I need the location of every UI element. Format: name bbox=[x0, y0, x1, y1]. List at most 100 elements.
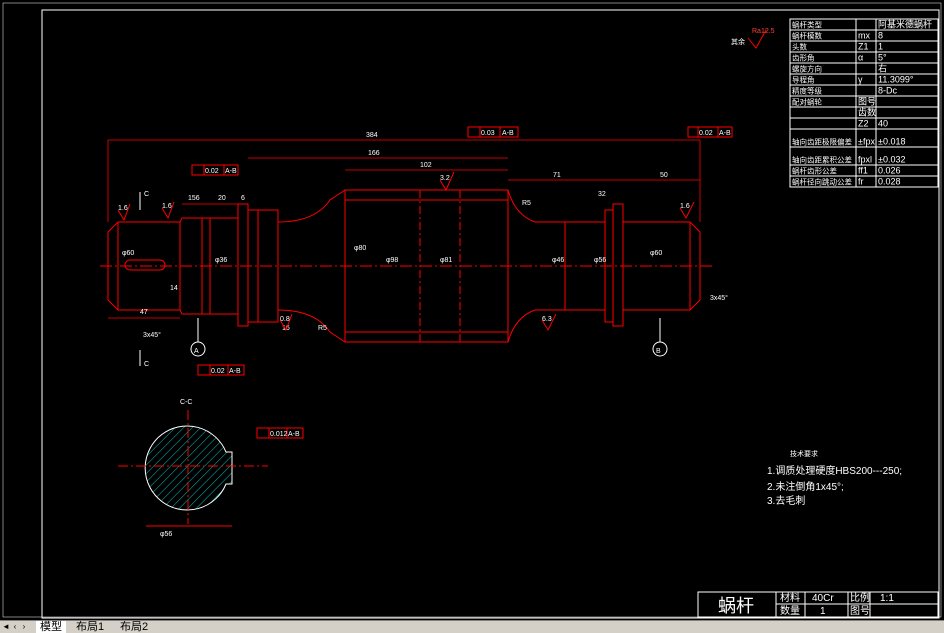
technical-notes: 技术要求 1.调质处理硬度HBS200---250; 2.未注倒角1x45°; … bbox=[767, 449, 902, 507]
param-cell: 0.028 bbox=[878, 177, 901, 187]
svg-text:156: 156 bbox=[188, 195, 200, 202]
param-cell: 螺旋方向 bbox=[792, 64, 822, 74]
svg-text:数量: 数量 bbox=[780, 604, 800, 617]
svg-text:R5: R5 bbox=[522, 200, 531, 207]
svg-text:φ60: φ60 bbox=[122, 250, 134, 257]
svg-text:1:1: 1:1 bbox=[880, 593, 894, 604]
svg-text:384: 384 bbox=[366, 132, 378, 139]
param-cell: 齿形角 bbox=[792, 53, 815, 63]
param-cell: 蜗杆类型 bbox=[792, 20, 822, 30]
svg-text:6.3: 6.3 bbox=[542, 316, 552, 323]
param-cell: 图号 bbox=[858, 97, 876, 107]
svg-text:0.02: 0.02 bbox=[211, 368, 225, 375]
param-cell: 轴向齿距极限偏差 bbox=[792, 137, 852, 147]
next-tab-icon[interactable]: › bbox=[20, 622, 28, 632]
svg-text:φ80: φ80 bbox=[354, 245, 366, 252]
first-tab-icon[interactable]: ◄ bbox=[2, 622, 10, 632]
param-cell: ±0.032 bbox=[878, 155, 905, 165]
param-cell: 精度等级 bbox=[792, 86, 822, 96]
param-cell: 齿数 bbox=[858, 107, 876, 118]
svg-text:102: 102 bbox=[420, 162, 432, 169]
datum-a: A bbox=[190, 318, 206, 357]
layout-tab-bar: ◄ ‹ › 模型 布局1 布局2 bbox=[0, 620, 944, 633]
svg-text:20: 20 bbox=[218, 195, 226, 202]
param-cell: ±fpx bbox=[858, 137, 875, 147]
param-cell: 8 bbox=[878, 31, 883, 41]
param-cell: ff1 bbox=[858, 166, 868, 176]
svg-text:6: 6 bbox=[241, 195, 245, 202]
svg-text:φ46: φ46 bbox=[552, 257, 564, 264]
param-cell: 导程角 bbox=[792, 75, 815, 85]
param-cell: 头数 bbox=[792, 42, 807, 52]
svg-text:47: 47 bbox=[140, 309, 148, 316]
datum-b: B bbox=[652, 318, 668, 357]
svg-text:图号: 图号 bbox=[850, 605, 870, 617]
svg-text:比例: 比例 bbox=[850, 591, 870, 604]
roughness-marks bbox=[117, 171, 695, 332]
svg-text:φ81: φ81 bbox=[440, 257, 452, 264]
prev-tab-icon[interactable]: ‹ bbox=[11, 622, 19, 632]
svg-text:材料: 材料 bbox=[780, 591, 800, 604]
gdt-texts: 0.03 A-B 0.02 A-B 0.02 A-B 0.02 A-B 0.01… bbox=[205, 130, 731, 438]
param-cell: γ bbox=[858, 75, 863, 85]
cad-drawing: 其余 Ra12.5 蜗杆类型 阿基米德蜗杆蜗杆模数 mx 8 头数 Z1 1 齿形角 α 5° 螺旋… bbox=[2, 2, 942, 619]
svg-text:50: 50 bbox=[660, 172, 668, 179]
svg-text:32: 32 bbox=[598, 191, 606, 198]
svg-text:R5: R5 bbox=[318, 325, 327, 332]
svg-text:14: 14 bbox=[170, 285, 178, 292]
param-cell: 11.3099° bbox=[878, 75, 914, 85]
svg-text:166: 166 bbox=[368, 150, 380, 157]
param-cell: mx bbox=[858, 31, 870, 41]
tab-layout2[interactable]: 布局2 bbox=[116, 621, 153, 633]
param-cell: 蜗杆模数 bbox=[792, 31, 822, 41]
svg-text:A-B: A-B bbox=[719, 130, 731, 137]
svg-text:3.2: 3.2 bbox=[440, 175, 450, 182]
tab-layout1[interactable]: 布局1 bbox=[72, 621, 109, 633]
roughness-main: 其余 Ra12.5 bbox=[731, 28, 775, 49]
svg-text:3.去毛刺: 3.去毛刺 bbox=[767, 495, 805, 507]
section-view: C-C bbox=[118, 399, 268, 527]
param-cell: fr bbox=[858, 177, 864, 187]
svg-text:Ra12.5: Ra12.5 bbox=[752, 28, 775, 35]
svg-text:0.012: 0.012 bbox=[270, 431, 288, 438]
param-cell: 配对蜗轮 bbox=[792, 97, 822, 107]
dimension-lines bbox=[107, 139, 701, 319]
param-cell: 1 bbox=[878, 42, 883, 52]
svg-text:C: C bbox=[144, 191, 149, 198]
svg-text:1: 1 bbox=[820, 606, 826, 617]
svg-text:1.6: 1.6 bbox=[118, 205, 128, 212]
svg-text:技术要求: 技术要求 bbox=[790, 449, 818, 458]
svg-text:φ56: φ56 bbox=[594, 257, 606, 264]
param-cell: Z2 bbox=[858, 119, 869, 129]
param-cell: fpxl bbox=[858, 155, 872, 165]
drawing-canvas[interactable]: 其余 Ra12.5 蜗杆类型 阿基米德蜗杆 蜗杆模数 mx 8 头数 Z1 1 齿形角 α 5° 螺旋… bbox=[0, 0, 944, 620]
svg-text:A-B: A-B bbox=[229, 368, 241, 375]
svg-text:A-B: A-B bbox=[288, 431, 300, 438]
svg-text:0.02: 0.02 bbox=[205, 168, 219, 175]
svg-text:φ60: φ60 bbox=[650, 250, 662, 257]
svg-text:2.未注倒角1x45°;: 2.未注倒角1x45°; bbox=[767, 480, 844, 493]
svg-text:0.8: 0.8 bbox=[280, 316, 290, 323]
svg-text:蜗杆: 蜗杆 bbox=[718, 596, 754, 616]
param-cell: 8-Dc bbox=[878, 86, 898, 96]
param-cell: 右 bbox=[878, 63, 887, 74]
svg-text:C: C bbox=[144, 361, 149, 368]
param-cell: 0.026 bbox=[878, 166, 901, 176]
svg-text:A: A bbox=[194, 348, 199, 355]
svg-text:1.调质处理硬度HBS200---250;: 1.调质处理硬度HBS200---250; bbox=[767, 464, 902, 477]
svg-text:0.02: 0.02 bbox=[699, 130, 713, 137]
svg-text:φ36: φ36 bbox=[215, 257, 227, 264]
svg-text:3x45°: 3x45° bbox=[710, 294, 728, 302]
svg-text:φ56: φ56 bbox=[160, 531, 172, 538]
svg-text:A-B: A-B bbox=[502, 130, 514, 137]
param-cell: α bbox=[858, 53, 863, 63]
tab-model[interactable]: 模型 bbox=[36, 621, 66, 633]
svg-text:C-C: C-C bbox=[180, 399, 192, 406]
param-cell: 5° bbox=[878, 53, 887, 63]
param-cell: ±0.018 bbox=[878, 137, 905, 147]
parameter-table: 蜗杆类型 阿基米德蜗杆蜗杆模数 mx 8 头数 Z1 1 齿形角 α 5° 螺旋方向 右导程角 γ 11.… bbox=[789, 18, 939, 188]
gdt-frames bbox=[191, 126, 733, 439]
svg-text:1.6: 1.6 bbox=[680, 203, 690, 210]
svg-text:φ98: φ98 bbox=[386, 257, 398, 264]
param-cell: 蜗杆齿形公差 bbox=[792, 166, 837, 176]
